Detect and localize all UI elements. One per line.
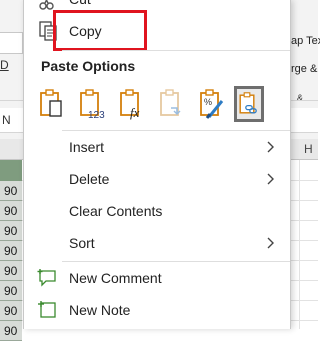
- menu-item-new-comment[interactable]: New Comment: [24, 263, 290, 293]
- menu-separator: [62, 50, 290, 51]
- underline-button-label[interactable]: D: [0, 58, 9, 72]
- new-note-icon: [38, 301, 56, 318]
- menu-item-new-note[interactable]: New Note: [24, 295, 290, 325]
- new-comment-label: New Comment: [69, 270, 162, 286]
- scissors-icon: [39, 0, 54, 10]
- chevron-right-icon: [267, 237, 274, 249]
- chevron-right-icon: [267, 141, 274, 153]
- context-menu: Cut Copy Paste Options 123: [23, 0, 291, 329]
- svg-text:%: %: [204, 97, 212, 107]
- paste-values-button[interactable]: 123: [77, 86, 107, 122]
- paste-formatting-button[interactable]: %: [197, 86, 227, 122]
- menu-item-delete[interactable]: Delete: [24, 164, 290, 194]
- svg-text:fx: fx: [130, 105, 140, 120]
- highlight-box: [53, 10, 147, 51]
- insert-label: Insert: [69, 139, 105, 155]
- paste-icon: [40, 89, 62, 117]
- row-cell-value[interactable]: 90: [0, 241, 22, 261]
- paste-formulas-icon: fx: [120, 89, 140, 120]
- column-header-h[interactable]: H: [304, 142, 313, 156]
- wrap-text-label[interactable]: ap Tex: [291, 35, 320, 47]
- row-cell-value[interactable]: 90: [0, 201, 22, 221]
- paste-values-icon: 123: [80, 89, 105, 121]
- paste-formatting-icon: %: [200, 89, 224, 119]
- clear-contents-label: Clear Contents: [69, 203, 163, 219]
- paste-transpose-button[interactable]: [157, 86, 187, 122]
- paste-button[interactable]: [37, 86, 67, 122]
- new-note-label: New Note: [69, 302, 131, 318]
- menu-separator: [62, 130, 290, 131]
- sort-label: Sort: [69, 235, 95, 251]
- paste-options-title: Paste Options: [41, 58, 136, 74]
- menu-item-clear-contents[interactable]: Clear Contents: [24, 196, 290, 226]
- new-comment-icon: [37, 269, 56, 287]
- row-cell-value[interactable]: 90: [0, 321, 22, 341]
- row-cell-value[interactable]: 90: [0, 301, 22, 321]
- name-box-text[interactable]: N: [2, 113, 11, 127]
- chevron-right-icon: [267, 173, 274, 185]
- menu-separator: [62, 261, 290, 262]
- ribbon-field[interactable]: [0, 32, 23, 54]
- paste-transpose-icon: [160, 89, 181, 116]
- row-cell-value[interactable]: 90: [0, 281, 22, 301]
- delete-label: Delete: [69, 171, 110, 187]
- paste-link-icon: [239, 92, 257, 114]
- row-cell-value[interactable]: 90: [0, 221, 22, 241]
- alignment-group-label: &: [297, 93, 304, 103]
- row-cell-value[interactable]: 90: [0, 181, 22, 201]
- row-cell-value[interactable]: 90: [0, 261, 22, 281]
- merge-center-label[interactable]: rge &: [291, 63, 317, 75]
- menu-item-sort[interactable]: Sort: [24, 228, 290, 258]
- paste-link-button[interactable]: [234, 86, 264, 122]
- menu-item-insert[interactable]: Insert: [24, 132, 290, 162]
- grid-line: [299, 160, 300, 329]
- svg-text:123: 123: [88, 110, 105, 121]
- paste-formulas-button[interactable]: fx: [117, 86, 147, 122]
